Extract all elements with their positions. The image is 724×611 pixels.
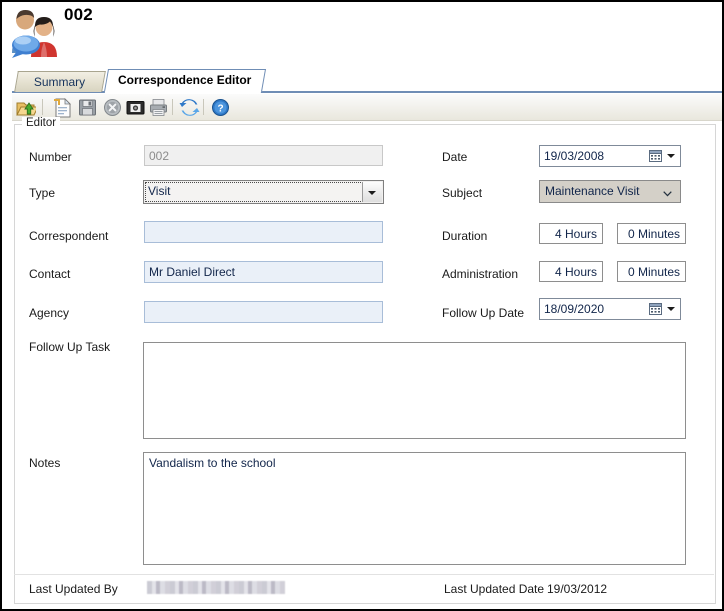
svg-text:?: ? (217, 104, 223, 115)
subject-label: Subject (442, 186, 483, 200)
notes-textarea[interactable] (143, 452, 686, 565)
duration-label: Duration (442, 229, 488, 243)
administration-label: Administration (442, 267, 519, 281)
correspondence-editor-window: 002 Summary Correspondence Editor ? Edit… (0, 0, 724, 611)
contacts-correspondence-icon (8, 7, 62, 59)
tab-summary[interactable]: Summary (14, 71, 106, 92)
follow-up-date-value: 18/09/2020 (544, 302, 605, 316)
help-icon[interactable]: ? (210, 97, 231, 118)
date-label: Date (442, 150, 468, 164)
follow-up-date-label: Follow Up Date (442, 306, 525, 320)
type-combobox-value: Visit (148, 184, 171, 198)
calendar-icon (649, 150, 662, 162)
refresh-icon[interactable] (179, 97, 200, 118)
last-updated-by-value-redacted (147, 581, 285, 594)
follow-up-task-textarea[interactable] (143, 342, 686, 439)
calendar-icon (649, 303, 662, 315)
contact-input[interactable] (144, 261, 383, 283)
tab-strip: Summary Correspondence Editor (2, 64, 722, 94)
delete-icon[interactable] (102, 97, 123, 118)
duration-hours-input[interactable] (539, 223, 603, 244)
type-combobox-dropdown-button[interactable] (362, 182, 382, 202)
follow-up-task-label: Follow Up Task (29, 340, 111, 354)
date-value: 19/03/2008 (544, 149, 605, 163)
number-label: Number (29, 150, 72, 164)
toolbar-separator-2 (172, 99, 173, 115)
toolbar: ? (12, 94, 722, 121)
date-datepicker[interactable]: 19/03/2008 (539, 145, 681, 167)
subject-combobox-value: Maintenance Visit (545, 184, 640, 198)
correspondent-input[interactable] (144, 221, 383, 243)
tab-correspondence-editor[interactable]: Correspondence Editor (103, 69, 267, 92)
correspondent-label: Correspondent (29, 229, 109, 243)
type-label: Type (29, 186, 56, 200)
tab-correspondence-editor-label: Correspondence Editor (118, 73, 252, 87)
type-combobox[interactable]: Visit (143, 180, 384, 204)
footer-divider (14, 574, 714, 575)
subject-combobox[interactable]: Maintenance Visit (539, 180, 681, 203)
tab-summary-label: Summary (34, 75, 86, 89)
administration-hours-input[interactable] (539, 261, 603, 282)
follow-up-date-datepicker[interactable]: 18/09/2020 (539, 298, 681, 320)
editor-groupbox-legend: Editor (22, 117, 61, 129)
agency-label: Agency (29, 306, 70, 320)
page-title: 002 (64, 5, 93, 24)
window-header: 002 (2, 2, 722, 64)
last-updated-date-label: Last Updated Date (444, 582, 545, 596)
export-icon[interactable] (15, 97, 39, 118)
contact-label: Contact (29, 267, 71, 281)
toolbar-separator-1 (42, 99, 43, 115)
chevron-down-icon (663, 188, 672, 197)
last-updated-by-label: Last Updated By (29, 582, 118, 596)
print-icon[interactable] (148, 97, 169, 118)
notes-label: Notes (29, 456, 61, 470)
duration-minutes-input[interactable] (617, 223, 686, 244)
date-dropdown-arrow[interactable] (667, 154, 675, 158)
administration-minutes-input[interactable] (617, 261, 686, 282)
photo-icon[interactable] (125, 97, 146, 118)
follow-up-date-dropdown-arrow[interactable] (667, 307, 675, 311)
save-icon[interactable] (77, 97, 98, 118)
last-updated-date-value: 19/03/2012 (547, 582, 608, 596)
toolbar-separator-3 (203, 99, 204, 115)
agency-input[interactable] (144, 301, 383, 323)
number-input[interactable] (144, 145, 383, 166)
new-document-icon[interactable] (52, 97, 73, 118)
type-combobox-focus-ring (145, 182, 363, 202)
